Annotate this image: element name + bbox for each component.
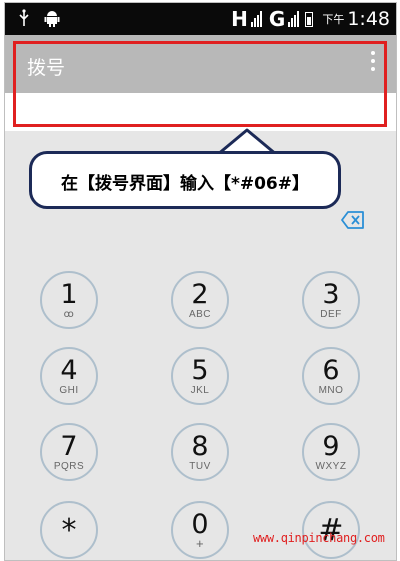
dial-key-9[interactable]: 9 WXYZ bbox=[302, 423, 360, 481]
status-bar: H G 下午 1:48 bbox=[5, 3, 396, 35]
dial-key-1[interactable]: 1 ꝏ bbox=[40, 271, 98, 329]
backspace-icon[interactable] bbox=[341, 211, 365, 229]
status-time: 1:48 bbox=[347, 8, 390, 30]
callout-text: 在【拨号界面】输入【*#06#】 bbox=[60, 174, 310, 194]
network-type-g: G bbox=[268, 7, 285, 31]
dial-key-star[interactable]: * bbox=[40, 501, 98, 559]
signal-icon bbox=[288, 11, 300, 27]
dial-key-0[interactable]: 0 + bbox=[171, 501, 229, 559]
android-icon bbox=[44, 11, 60, 27]
signal-icon bbox=[250, 11, 262, 27]
watermark: www.qinpinchang.com bbox=[253, 531, 385, 545]
clock-prefix: 下午 bbox=[322, 14, 345, 26]
dial-key-5[interactable]: 5 JKL bbox=[171, 347, 229, 405]
network-type-h: H bbox=[231, 7, 248, 31]
app-title: 拨号 bbox=[27, 57, 66, 79]
overflow-menu-icon[interactable] bbox=[368, 51, 378, 77]
battery-icon bbox=[305, 11, 314, 27]
usb-icon bbox=[19, 9, 29, 26]
app-bar: 拨号 bbox=[5, 35, 396, 93]
dial-key-8[interactable]: 8 TUV bbox=[171, 423, 229, 481]
phone-screen: H G 下午 1:48 拨号 1 ꝏ 2 ABC 3 DEF 4 GHI 5 J… bbox=[4, 2, 397, 561]
dial-key-4[interactable]: 4 GHI bbox=[40, 347, 98, 405]
dial-key-3[interactable]: 3 DEF bbox=[302, 271, 360, 329]
dial-key-6[interactable]: 6 MNO bbox=[302, 347, 360, 405]
dial-number-field[interactable] bbox=[5, 93, 396, 131]
instruction-callout: 在【拨号界面】输入【*#06#】 bbox=[29, 151, 341, 209]
dial-key-2[interactable]: 2 ABC bbox=[171, 271, 229, 329]
dial-key-hash[interactable]: # bbox=[302, 501, 360, 559]
dial-key-7[interactable]: 7 PQRS bbox=[40, 423, 98, 481]
